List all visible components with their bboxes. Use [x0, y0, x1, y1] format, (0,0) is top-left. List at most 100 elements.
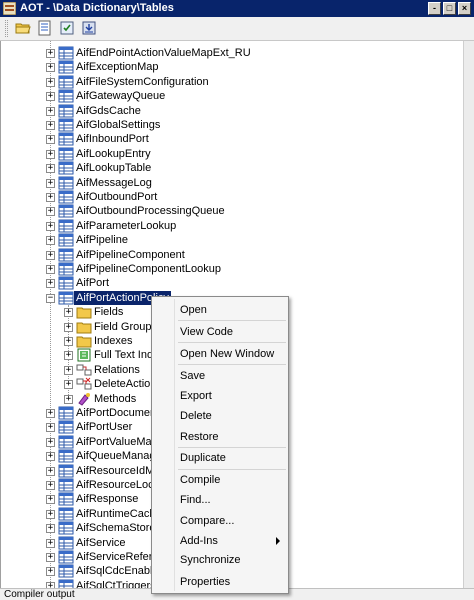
tree-item-label: AifResourceLock [76, 479, 160, 491]
expand-icon[interactable]: + [46, 221, 55, 231]
properties-icon[interactable] [37, 20, 55, 37]
menu-item-find[interactable]: Find... [180, 493, 211, 507]
tree-item-table[interactable]: + AifInboundPort [1, 132, 461, 146]
expand-icon[interactable]: + [64, 351, 73, 361]
tree-item-label: Methods [94, 392, 137, 405]
menu-item-compile[interactable]: Compile [180, 473, 220, 487]
table-icon [58, 147, 74, 161]
expand-icon[interactable]: + [46, 538, 55, 548]
tree-item-label: AifPortDocument [76, 407, 160, 419]
expand-icon[interactable]: + [46, 481, 55, 490]
expand-icon[interactable]: + [64, 365, 73, 375]
tree-item-table[interactable]: + AifGdsCache [1, 104, 461, 118]
table-icon [58, 176, 74, 190]
expand-icon[interactable]: + [46, 495, 55, 505]
expand-icon[interactable]: + [46, 409, 55, 418]
tree-item-label: AifPortUser [76, 421, 133, 434]
expand-icon[interactable]: + [46, 164, 55, 174]
table-icon [58, 507, 74, 521]
collapse-icon[interactable]: − [46, 293, 55, 303]
expand-icon[interactable]: + [46, 121, 55, 130]
tree-item-table[interactable]: + AifLookupTable [1, 161, 461, 175]
expand-icon[interactable]: + [46, 193, 55, 202]
window-title: AOT - \Data Dictionary\Tables [20, 2, 174, 14]
menu-item-view-code[interactable]: View Code [180, 325, 233, 339]
tree-item-label: AifInboundPort [76, 133, 149, 146]
expand-icon[interactable]: + [46, 178, 55, 188]
field-groups-folder-icon [76, 320, 92, 334]
menu-item-save[interactable]: Save [180, 369, 205, 383]
expand-icon[interactable]: + [46, 236, 55, 246]
open-folder-icon[interactable] [15, 20, 33, 37]
vertical-scrollbar[interactable] [463, 41, 474, 588]
expand-icon[interactable]: + [64, 322, 73, 332]
tree-item-table[interactable]: + AifPort [1, 276, 461, 290]
tree-item-table[interactable]: + AifPipelineComponent [1, 248, 461, 262]
context-menu[interactable]: Open View Code Open New Window Save Export De… [151, 296, 289, 594]
menu-item-properties[interactable]: Properties [180, 575, 230, 589]
tree-item-table[interactable]: + AifOutboundProcessingQueue [1, 204, 461, 218]
window-titlebar[interactable]: AOT - \Data Dictionary\Tables - □ × [0, 0, 474, 17]
menu-item-duplicate[interactable]: Duplicate [180, 451, 226, 465]
expand-icon[interactable]: + [46, 466, 55, 476]
tree-item-table[interactable]: + AifExceptionMap [1, 60, 461, 74]
expand-icon[interactable]: + [46, 423, 55, 433]
expand-icon[interactable]: + [46, 279, 55, 289]
expand-icon[interactable]: + [46, 567, 55, 577]
expand-icon[interactable]: + [46, 92, 55, 102]
restore-button[interactable]: □ [443, 2, 456, 15]
expand-icon[interactable]: + [64, 394, 73, 404]
aot-window-icon [3, 2, 16, 15]
methods-icon [76, 392, 92, 406]
expand-icon[interactable]: + [64, 380, 73, 390]
menu-item-export[interactable]: Export [180, 389, 212, 403]
tree-item-table[interactable]: + AifLookupEntry [1, 147, 461, 161]
expand-icon[interactable]: + [46, 553, 55, 562]
expand-icon[interactable]: + [46, 437, 55, 447]
tree-item-table[interactable]: + AifGatewayQueue [1, 89, 461, 103]
expand-icon[interactable]: + [46, 452, 55, 462]
tree-item-table[interactable]: + AifParameterLookup [1, 219, 461, 233]
expand-icon[interactable]: + [46, 265, 55, 274]
close-button[interactable]: × [458, 2, 471, 15]
tree-item-label: AifEndPointActionValueMapExt_RU [76, 47, 251, 59]
minimize-button[interactable]: - [428, 2, 441, 15]
expand-icon[interactable]: + [46, 149, 55, 159]
expand-icon[interactable]: + [46, 250, 55, 260]
compile-icon[interactable] [59, 20, 77, 37]
tree-item-table[interactable]: + AifOutboundPort [1, 190, 461, 204]
aot-toolbar [0, 17, 474, 41]
menu-item-compare[interactable]: Compare... [180, 514, 234, 528]
menu-item-synchronize[interactable]: Synchronize [180, 553, 241, 567]
tree-item-table[interactable]: + AifPipeline [1, 233, 461, 247]
tree-item-table[interactable]: + AifFileSystemConfiguration [1, 75, 461, 89]
tree-item-label: Fields [94, 306, 124, 319]
tree-item-label: AifService [76, 536, 126, 549]
menu-separator [178, 364, 286, 365]
expand-icon[interactable]: + [46, 77, 55, 87]
expand-icon[interactable]: + [46, 135, 55, 145]
menu-item-open-new-window[interactable]: Open New Window [180, 347, 274, 361]
tree-item-label: Indexes [94, 335, 133, 347]
tree-item-table[interactable]: + AifPipelineComponentLookup [1, 262, 461, 276]
expand-icon[interactable]: + [46, 63, 55, 73]
menu-item-open[interactable]: Open [180, 303, 207, 317]
tree-item-table[interactable]: + AifEndPointActionValueMapExt_RU [1, 46, 461, 60]
save-icon[interactable] [81, 20, 99, 37]
expand-icon[interactable]: + [46, 49, 55, 58]
menu-item-restore[interactable]: Restore [180, 430, 219, 444]
status-text: Compiler output [4, 589, 75, 600]
expand-icon[interactable]: + [46, 207, 55, 217]
tree-item-table[interactable]: + AifGlobalSettings [1, 118, 461, 132]
table-icon [58, 233, 74, 247]
tree-item-table[interactable]: + AifMessageLog [1, 176, 461, 190]
expand-icon[interactable]: + [64, 308, 73, 318]
expand-icon[interactable]: + [46, 524, 55, 534]
menu-item-add-ins[interactable]: Add-Ins [180, 534, 218, 548]
expand-icon[interactable]: + [46, 509, 55, 519]
full-text-index-icon [76, 348, 92, 362]
expand-icon[interactable]: + [46, 106, 55, 116]
menu-item-delete[interactable]: Delete [180, 409, 212, 423]
expand-icon[interactable]: + [64, 337, 73, 346]
table-icon [58, 406, 74, 420]
